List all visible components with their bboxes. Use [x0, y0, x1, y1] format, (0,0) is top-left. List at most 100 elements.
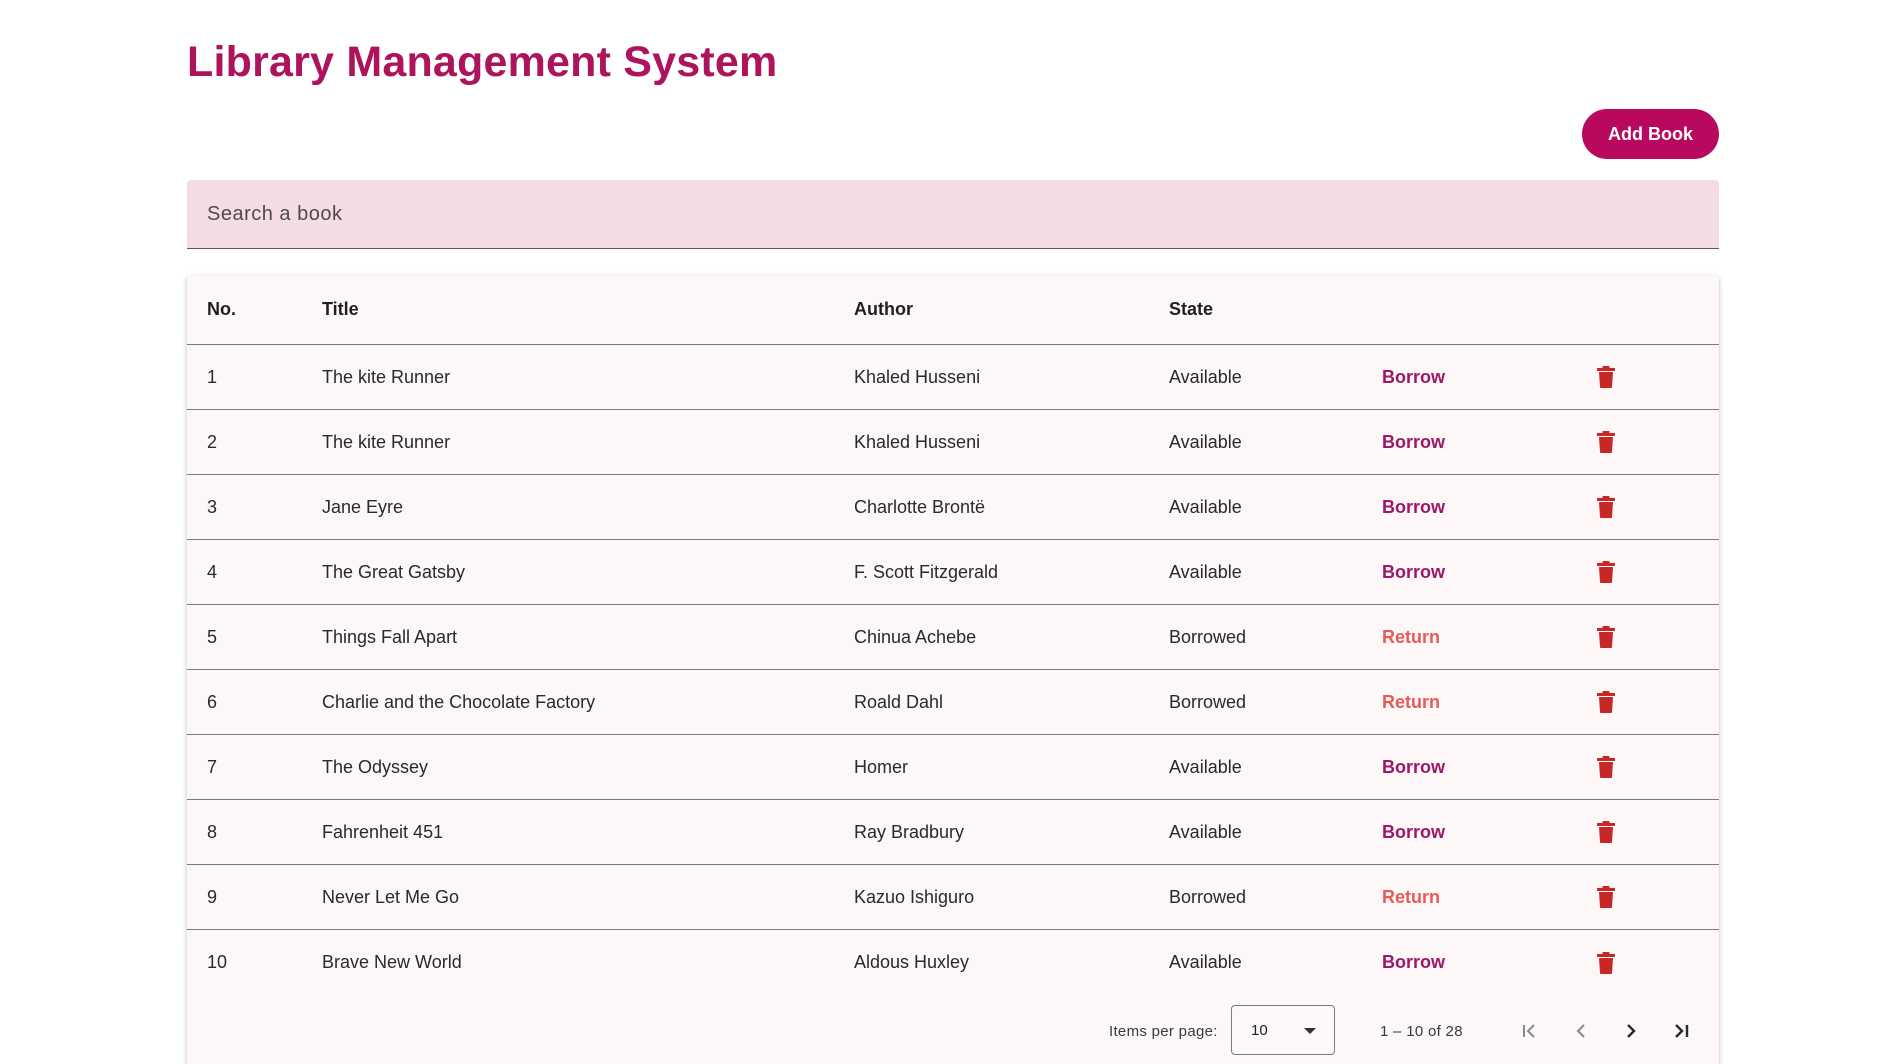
cell-state: Borrowed	[1169, 691, 1247, 712]
cell-author: Khaled Husseni	[854, 431, 981, 452]
cell-no: 4	[207, 561, 218, 582]
cell-author: Homer	[854, 756, 909, 777]
chevron-right-icon	[1627, 1024, 1636, 1038]
items-per-page-value: 10	[1251, 1021, 1268, 1039]
column-header-title[interactable]: Title	[322, 275, 359, 344]
table-header-row: No. Title Author State	[187, 275, 1719, 345]
cell-author: Chinua Achebe	[854, 626, 977, 647]
delete-button[interactable]	[1597, 951, 1615, 974]
previous-page-button[interactable]	[1563, 1013, 1599, 1049]
delete-button[interactable]	[1597, 886, 1615, 908]
search-input[interactable]	[187, 180, 1719, 248]
delete-button[interactable]	[1597, 756, 1615, 778]
cell-state: Borrowed	[1169, 626, 1247, 647]
borrow-button[interactable]: Borrow	[1382, 432, 1445, 453]
cell-state: Available	[1169, 821, 1242, 842]
last-page-icon	[1675, 1024, 1689, 1038]
borrow-button[interactable]: Borrow	[1382, 367, 1445, 388]
trash-icon	[1597, 561, 1615, 583]
table-row: 3 Jane Eyre Charlotte Brontë Available Borro…	[187, 475, 1719, 540]
trash-icon	[1597, 691, 1615, 713]
page-title: Library Management System	[187, 38, 778, 86]
cell-title: The Great Gatsby	[322, 561, 466, 582]
search-field[interactable]	[187, 180, 1719, 249]
delete-button[interactable]	[1597, 366, 1615, 388]
items-per-page-label: Items per page:	[1109, 1022, 1218, 1040]
cell-title: The kite Runner	[322, 431, 451, 452]
cell-title: Things Fall Apart	[322, 626, 458, 647]
trash-icon	[1597, 886, 1615, 908]
cell-no: 8	[207, 821, 218, 842]
cell-title: Charlie and the Chocolate Factory	[322, 691, 596, 712]
cell-title: Brave New World	[322, 952, 462, 972]
delete-button[interactable]	[1597, 691, 1615, 713]
cell-no: 9	[207, 886, 218, 907]
borrow-button[interactable]: Borrow	[1382, 497, 1445, 518]
last-page-button[interactable]	[1663, 1013, 1699, 1049]
delete-button[interactable]	[1597, 821, 1615, 843]
table-body: 1 The kite Runner Khaled Husseni Available B…	[187, 345, 1719, 995]
page-range-label: 1 – 10 of 28	[1380, 1022, 1463, 1040]
column-header-no[interactable]: No.	[207, 275, 236, 344]
trash-icon	[1597, 366, 1615, 388]
cell-no: 6	[207, 691, 218, 712]
first-page-icon	[1523, 1024, 1535, 1038]
delete-button[interactable]	[1597, 431, 1615, 453]
cell-no: 5	[207, 626, 218, 647]
cell-no: 1	[207, 366, 218, 387]
trash-icon	[1597, 951, 1615, 974]
borrow-button[interactable]: Borrow	[1382, 952, 1445, 973]
cell-title: Jane Eyre	[322, 496, 404, 517]
chevron-left-icon	[1576, 1024, 1585, 1038]
table-row: 4 The Great Gatsby F. Scott Fitzgerald Avai…	[187, 540, 1719, 605]
trash-icon	[1597, 626, 1615, 648]
trash-icon	[1597, 496, 1615, 518]
cell-no: 3	[207, 496, 218, 517]
next-page-button[interactable]	[1613, 1013, 1649, 1049]
cell-author: Aldous Huxley	[854, 952, 970, 972]
cell-state: Available	[1169, 561, 1242, 582]
return-button[interactable]: Return	[1382, 692, 1440, 713]
cell-author: Khaled Husseni	[854, 366, 981, 387]
cell-state: Borrowed	[1169, 886, 1247, 907]
cell-author: Ray Bradbury	[854, 821, 965, 842]
return-button[interactable]: Return	[1382, 627, 1440, 648]
first-page-button[interactable]	[1512, 1013, 1548, 1049]
table-row: 7 The Odyssey Homer Available Borrow	[187, 735, 1719, 800]
cell-state: Available	[1169, 366, 1242, 387]
table-row: 2 The kite Runner Khaled Husseni Available B…	[187, 410, 1719, 475]
delete-button[interactable]	[1597, 496, 1615, 518]
cell-state: Available	[1169, 431, 1242, 452]
cell-author: F. Scott Fitzgerald	[854, 561, 999, 582]
table-row: 1 The kite Runner Khaled Husseni Available B…	[187, 345, 1719, 410]
add-book-button[interactable]: Add Book	[1582, 109, 1719, 159]
dropdown-arrow-icon	[1304, 1028, 1316, 1034]
column-header-state[interactable]: State	[1169, 275, 1213, 344]
table-row: 10 Brave New World Aldous Huxley Available B…	[187, 930, 1719, 995]
cell-title: The Odyssey	[322, 756, 429, 777]
cell-title: Never Let Me Go	[322, 886, 460, 907]
cell-title: Fahrenheit 451	[322, 821, 444, 842]
cell-state: Available	[1169, 496, 1242, 517]
trash-icon	[1597, 431, 1615, 453]
items-per-page-select[interactable]: 10	[1231, 1005, 1335, 1055]
trash-icon	[1597, 821, 1615, 843]
column-header-author[interactable]: Author	[854, 275, 913, 344]
table-row: 6 Charlie and the Chocolate Factory Roald …	[187, 670, 1719, 735]
borrow-button[interactable]: Borrow	[1382, 822, 1445, 843]
trash-icon	[1597, 756, 1615, 778]
cell-no: 7	[207, 756, 218, 777]
delete-button[interactable]	[1597, 561, 1615, 583]
cell-author: Charlotte Brontë	[854, 496, 986, 517]
cell-no: 2	[207, 431, 218, 452]
cell-no: 10	[207, 952, 228, 972]
cell-state: Available	[1169, 756, 1242, 777]
cell-state: Available	[1169, 952, 1242, 972]
borrow-button[interactable]: Borrow	[1382, 562, 1445, 583]
borrow-button[interactable]: Borrow	[1382, 757, 1445, 778]
paginator: Items per page: 10 1 – 10 of 28	[187, 1005, 1719, 1064]
return-button[interactable]: Return	[1382, 887, 1440, 908]
table-row: 9 Never Let Me Go Kazuo Ishiguro Borrowed Re…	[187, 865, 1719, 930]
delete-button[interactable]	[1597, 626, 1615, 648]
cell-author: Kazuo Ishiguro	[854, 886, 975, 907]
